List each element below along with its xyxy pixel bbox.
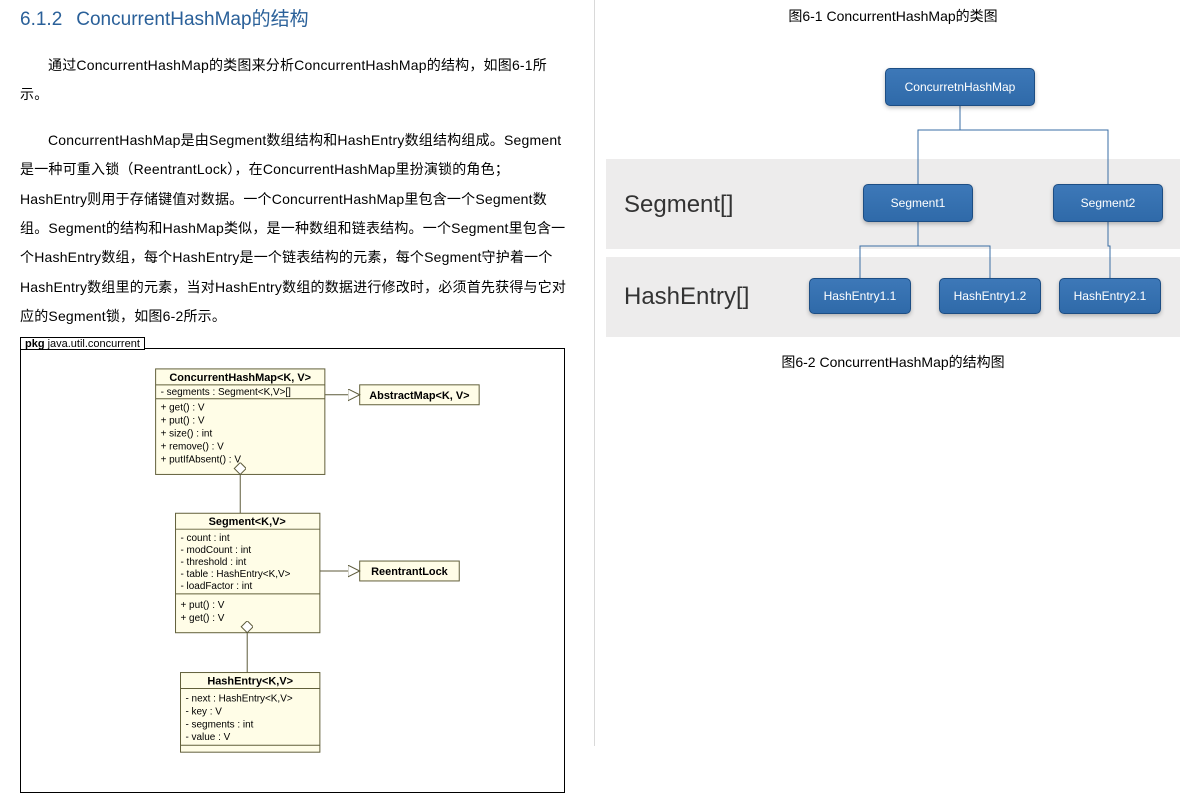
svg-text:ReentrantLock: ReentrantLock [371, 565, 448, 577]
svg-text:+ get() : V: + get() : V [161, 402, 205, 413]
svg-text:- loadFactor : int: - loadFactor : int [181, 580, 253, 591]
svg-text:- segments : Segment<K,V>[]: - segments : Segment<K,V>[] [161, 386, 292, 397]
section-number: 6.1.2 [20, 9, 62, 30]
paragraph-2: ConcurrentHashMap是由Segment数组结构和HashEntry… [20, 126, 574, 332]
segment-band-label: Segment[] [624, 191, 733, 219]
svg-text:+ remove() : V: + remove() : V [161, 441, 225, 452]
svg-text:HashEntry<K,V>: HashEntry<K,V> [207, 675, 293, 687]
uml-class-segment: Segment<K,V> - count : int - modCount : … [176, 513, 320, 632]
svg-text:+ put() : V: + put() : V [161, 415, 205, 426]
svg-text:Segment<K,V>: Segment<K,V> [209, 516, 286, 528]
right-page: 图6-1 ConcurrentHashMap的类图 Segment[] Hash… [595, 0, 1191, 746]
uml-class-concurrenthashmap: ConcurrentHashMap<K, V> - segments : Seg… [156, 368, 325, 474]
svg-text:- segments : int: - segments : int [185, 719, 253, 730]
svg-text:- modCount : int: - modCount : int [181, 545, 252, 556]
left-page: 6.1.2 ConcurrentHashMap的结构 通过ConcurrentHa… [0, 0, 595, 746]
node-hashentry-1-1: HashEntry1.1 [809, 278, 911, 314]
figure-caption-6-1: 图6-1 ConcurrentHashMap的类图 [605, 6, 1181, 26]
node-hashentry-1-2: HashEntry1.2 [939, 278, 1041, 314]
uml-package-label: pkgjava.util.concurrent [20, 337, 145, 350]
svg-text:- count : int: - count : int [181, 533, 230, 544]
node-segment2: Segment2 [1053, 184, 1163, 222]
svg-text:+ get() : V: + get() : V [181, 612, 225, 623]
uml-svg: ConcurrentHashMap<K, V> - segments : Seg… [21, 349, 564, 792]
uml-class-hashentry: HashEntry<K,V> - next : HashEntry<K,V> -… [181, 672, 320, 752]
pkg-name: java.util.concurrent [48, 338, 140, 350]
svg-text:- next : HashEntry<K,V>: - next : HashEntry<K,V> [185, 693, 292, 704]
node-segment1: Segment1 [863, 184, 973, 222]
svg-text:+ size() : int: + size() : int [161, 428, 213, 439]
svg-text:- value : V: - value : V [185, 732, 230, 743]
svg-text:ConcurrentHashMap<K, V>: ConcurrentHashMap<K, V> [169, 371, 311, 383]
uml-class-abstractmap: AbstractMap<K, V> [360, 384, 479, 404]
pkg-keyword: pkg [25, 338, 45, 350]
svg-text:+ put() : V: + put() : V [181, 599, 225, 610]
uml-class-reentrantlock: ReentrantLock [360, 561, 460, 581]
section-heading: 6.1.2 ConcurrentHashMap的结构 [20, 4, 574, 31]
node-concurrenthashmap: ConcurretnHashMap [885, 68, 1035, 106]
svg-text:- table : HashEntry<K,V>: - table : HashEntry<K,V> [181, 568, 291, 579]
section-title: ConcurrentHashMap的结构 [76, 9, 308, 30]
node-hashentry-2-1: HashEntry2.1 [1059, 278, 1161, 314]
svg-text:- key : V: - key : V [185, 706, 222, 717]
figure-caption-6-2: 图6-2 ConcurrentHashMap的结构图 [605, 352, 1181, 372]
hashentry-band-label: HashEntry[] [624, 283, 749, 311]
page-spread: 6.1.2 ConcurrentHashMap的结构 通过ConcurrentHa… [0, 0, 1191, 746]
uml-class-diagram: pkgjava.util.concurrent ConcurrentHa [20, 348, 565, 793]
paragraph-1: 通过ConcurrentHashMap的类图来分析ConcurrentHashM… [20, 51, 574, 110]
svg-text:- threshold : int: - threshold : int [181, 557, 247, 568]
structure-chart: Segment[] HashEntry[] ConcurretnHashMap … [605, 38, 1181, 338]
svg-text:AbstractMap<K, V>: AbstractMap<K, V> [369, 389, 469, 401]
svg-text:+ putIfAbsent() : V: + putIfAbsent() : V [161, 454, 242, 465]
